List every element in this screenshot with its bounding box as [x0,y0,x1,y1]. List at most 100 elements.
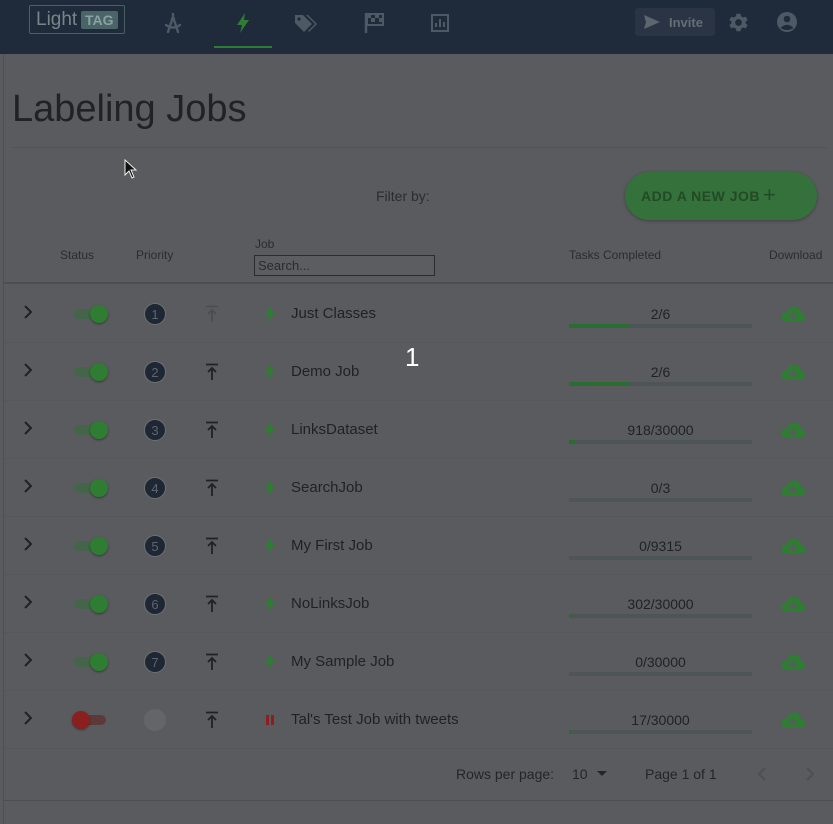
status-toggle[interactable] [72,537,110,555]
previous-page-icon[interactable] [756,766,768,782]
table-row[interactable]: 5 My First Job 0/9315 [4,516,833,575]
job-name-link[interactable]: NoLinksJob [291,595,369,612]
table-row[interactable]: 7 My Sample Job 0/30000 [4,632,833,691]
cloud-download-icon[interactable] [780,652,806,672]
invite-label: Invite [669,15,703,30]
table-row[interactable]: 6 NoLinksJob 302/30000 [4,574,833,633]
tasks-completed-text: 0/3 [650,480,671,496]
job-name-link[interactable]: Just Classes [291,305,376,322]
expand-row-icon[interactable] [22,710,34,726]
bolt-icon [265,596,275,612]
rows-per-page-label: Rows per page: [456,766,555,782]
move-to-top-icon[interactable] [204,711,220,729]
cloud-download-icon[interactable] [780,362,806,382]
header-tasks-completed[interactable]: Tasks Completed [569,248,661,262]
tasks-completed-text: 2/6 [650,306,671,322]
tasks-progress-bar [569,382,752,386]
tasks-progress-bar [569,672,752,676]
rows-per-page-select[interactable]: 10 [572,766,607,782]
status-toggle[interactable] [72,363,110,381]
tasks-completed-text: 17/30000 [631,712,690,728]
mouse-cursor-icon [124,159,138,179]
cloud-download-icon[interactable] [780,420,806,440]
priority-badge: 6 [144,593,166,615]
footer-divider [4,800,833,801]
tasks-completed-text: 2/6 [650,364,671,380]
expand-row-icon[interactable] [22,478,34,494]
move-to-top-icon[interactable] [204,595,220,613]
add-new-job-label: ADD A NEW JOB [641,188,761,204]
bolt-icon [265,480,275,496]
expand-row-icon[interactable] [22,362,34,378]
cloud-download-icon[interactable] [780,478,806,498]
job-name-link[interactable]: SearchJob [291,479,363,496]
cloud-download-icon[interactable] [780,710,806,730]
tasks-progress-bar [569,498,752,502]
expand-row-icon[interactable] [22,594,34,610]
next-page-icon[interactable] [804,766,816,782]
job-name-link[interactable]: LinksDataset [291,421,378,438]
table-row[interactable]: 4 SearchJob 0/3 [4,458,833,517]
filter-label: Filter by: [376,188,430,204]
status-toggle[interactable] [72,421,110,439]
tasks-completed-text: 0/30000 [635,654,686,670]
lighttag-logo[interactable]: Light TAG [29,5,125,34]
priority-badge: 5 [144,535,166,557]
expand-row-icon[interactable] [22,536,34,552]
move-to-top-icon[interactable] [204,537,220,555]
priority-badge: 1 [144,303,166,325]
job-search-input[interactable] [254,255,435,276]
bolt-icon [265,364,275,380]
status-toggle[interactable] [72,711,110,729]
tasks-progress-bar [569,614,752,618]
move-to-top-icon[interactable] [204,653,220,671]
nav-review[interactable] [345,0,403,46]
job-name-link[interactable]: My First Job [291,537,373,554]
table-row[interactable]: 3 LinksDataset 918/30000 [4,400,833,459]
header-priority[interactable]: Priority [136,248,173,262]
job-name-link[interactable]: Demo Job [291,363,359,380]
status-toggle[interactable] [72,479,110,497]
bolt-icon [265,306,275,322]
gear-icon[interactable] [727,11,750,34]
tasks-progress-fill [569,730,571,734]
move-to-top-icon[interactable] [204,305,220,323]
compass-icon [164,12,182,34]
logo-tag-text: TAG [81,11,118,29]
status-toggle[interactable] [72,595,110,613]
title-divider [12,147,827,148]
expand-row-icon[interactable] [22,304,34,320]
flag-checkered-icon [364,13,384,33]
table-row[interactable]: Tal's Test Job with tweets 17/30000 [4,690,833,749]
bolt-icon [265,654,275,670]
cloud-download-icon[interactable] [780,304,806,324]
move-to-top-icon[interactable] [204,363,220,381]
bolt-icon [237,13,249,33]
table-row[interactable]: 1 Just Classes 2/6 [4,284,833,343]
overlay-number: 1 [405,342,420,372]
bolt-icon [265,538,275,554]
move-to-top-icon[interactable] [204,479,220,497]
status-toggle[interactable] [72,305,110,323]
status-toggle[interactable] [72,653,110,671]
top-app-bar: Light TAG Invite [0,0,833,54]
header-job[interactable]: Job [255,237,274,251]
expand-row-icon[interactable] [22,420,34,436]
invite-button[interactable]: Invite [635,8,715,36]
add-new-job-button[interactable]: ADD A NEW JOB + [625,172,817,220]
cloud-download-icon[interactable] [780,594,806,614]
expand-row-icon[interactable] [22,652,34,668]
move-to-top-icon[interactable] [204,421,220,439]
job-name-link[interactable]: Tal's Test Job with tweets [291,711,459,728]
tasks-completed-text: 0/9315 [639,538,682,554]
nav-tags[interactable] [277,0,335,46]
nav-jobs[interactable] [214,0,272,48]
header-status[interactable]: Status [60,248,94,262]
job-name-link[interactable]: My Sample Job [291,653,394,670]
caret-down-icon [597,771,607,776]
cloud-download-icon[interactable] [780,536,806,556]
account-icon[interactable] [776,11,798,33]
nav-reports[interactable] [411,0,469,46]
send-icon [644,15,660,29]
nav-annotate[interactable] [144,0,202,46]
